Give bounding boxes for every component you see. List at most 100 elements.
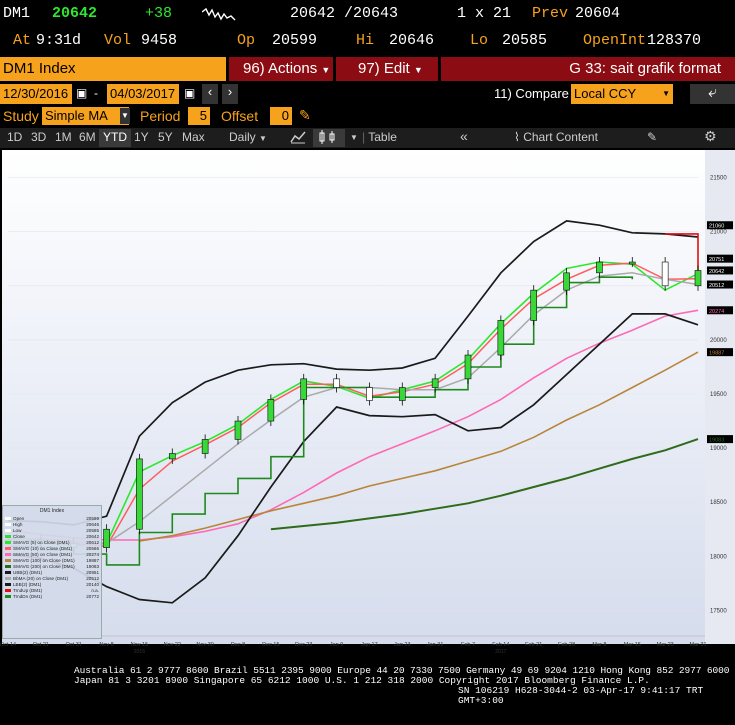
legend-value: 20140 <box>86 581 99 587</box>
gear-icon[interactable]: ⚙ <box>700 127 721 145</box>
caret-down-icon: ▼ <box>662 89 670 98</box>
candle <box>234 420 242 440</box>
date-to-field[interactable]: 04/03/2017 <box>107 84 179 104</box>
range-button-6m[interactable]: 6M <box>75 129 100 147</box>
legend-label: UBB(2) (DM1) <box>13 569 43 575</box>
calendar-icon[interactable]: ▣ <box>76 86 87 100</box>
price-label: 20751 <box>709 257 724 263</box>
range-button-1y[interactable]: 1Y <box>130 129 153 147</box>
legend-label: SMAVG (100) on Close (DM1) <box>13 557 75 563</box>
candle <box>431 378 439 388</box>
x-tick-label: Mar 31 <box>689 642 706 648</box>
footer-stamp: SN 106219 H628-3044-2 03-Apr-17 9:41:17 … <box>458 685 704 706</box>
table-label: Table <box>368 130 397 144</box>
legend-value: 19887 <box>86 557 99 563</box>
range-button-5y[interactable]: 5Y <box>154 129 177 147</box>
legend-title: DM1 Index <box>39 508 65 514</box>
low-value: 20585 <box>502 32 548 49</box>
compare-value: Local CCY <box>574 86 637 101</box>
candle <box>464 354 472 380</box>
candle <box>366 387 373 401</box>
pencil-icon[interactable]: ✎ <box>299 107 311 124</box>
legend-value: 20585 <box>86 527 99 533</box>
legend-swatch <box>5 528 11 532</box>
footer: Australia 61 2 9777 8600 Brazil 5511 239… <box>0 662 735 722</box>
date-from-field[interactable]: 12/30/2016 <box>0 84 72 104</box>
candle <box>694 270 702 287</box>
y-tick-label: 20000 <box>710 338 727 344</box>
offset-input[interactable]: 0 <box>270 107 292 125</box>
plot-background <box>2 150 705 644</box>
candle <box>530 289 538 321</box>
candle <box>661 261 669 287</box>
x-tick-label: Oct 31 <box>66 642 82 648</box>
low-label: Lo <box>470 32 489 49</box>
date-separator: - <box>94 86 98 100</box>
caret-down-icon: ▼ <box>321 65 331 75</box>
compare-dropdown[interactable]: Local CCY ▼ <box>571 84 673 104</box>
x-tick-label: Jan 17 <box>361 642 378 648</box>
sparkline-icon <box>201 6 236 27</box>
y-tick-label: 18500 <box>710 500 727 506</box>
study-dropdown[interactable]: Simple MA <box>42 107 129 125</box>
prev-label: Prev <box>532 5 569 22</box>
legend-row: TrndUp (DM1) n.a. <box>5 587 99 593</box>
line-chart-icon[interactable] <box>286 129 310 147</box>
edit-menu[interactable]: 97) Edit ▼ <box>336 57 438 81</box>
chart-content-button[interactable]: ⌇ Chart Content <box>510 129 602 147</box>
table-button[interactable]: | Table <box>358 129 401 147</box>
candle <box>497 320 505 356</box>
caret-down-icon: ▼ <box>413 65 423 75</box>
x-tick-label: Jan 31 <box>427 642 444 648</box>
range-button-ytd[interactable]: YTD <box>99 129 131 147</box>
chart-content-icon: ⌇ <box>514 130 524 144</box>
range-button-1m[interactable]: 1M <box>51 129 76 147</box>
legend-swatch <box>5 546 11 550</box>
legend-swatch <box>5 594 11 598</box>
calendar-icon[interactable]: ▣ <box>184 86 195 100</box>
candle <box>201 439 209 454</box>
frequency-dropdown[interactable]: Daily ▼ <box>225 129 271 147</box>
range-button-max[interactable]: Max <box>178 129 209 147</box>
last-price: 20642 <box>52 5 98 22</box>
x-tick-label: Nov 30 <box>196 642 213 648</box>
quote-row-1: DM1 20642 +38 20642 /20643 1 x 21 Prev 2… <box>0 5 735 27</box>
x-tick-label: Mar 15 <box>624 642 641 648</box>
edit-chart-icon[interactable]: ✎ <box>643 129 661 147</box>
quote-size: 1 x 21 <box>457 5 512 22</box>
x-tick-label: Jan 23 <box>394 642 411 648</box>
back-icon[interactable]: ⤶ <box>690 84 735 104</box>
study-value: Simple MA <box>45 108 108 123</box>
range-button-1d[interactable]: 1D <box>3 129 26 147</box>
actions-menu[interactable]: 96) Actions ▼ <box>229 57 333 81</box>
prev-period-icon[interactable]: ‹ <box>202 84 218 104</box>
ticker: DM1 <box>3 5 31 22</box>
legend-value: 19083 <box>86 563 99 569</box>
study-label: Study <box>3 108 39 124</box>
legend-label: High <box>13 521 23 527</box>
y-tick-label: 17500 <box>710 608 727 614</box>
chart-area[interactable]: 1750018000185001900019500200002050021000… <box>0 148 735 658</box>
legend-value: 20599 <box>86 515 99 521</box>
legend-value: n.a. <box>91 587 99 593</box>
candle-chart-icon[interactable] <box>313 129 345 147</box>
price-label: 21060 <box>709 224 724 230</box>
x-tick-label: Oct 21 <box>33 642 49 648</box>
x-tick-label: Feb 7 <box>461 642 475 648</box>
high-label: Hi <box>356 32 375 49</box>
legend-value: 20512 <box>86 575 99 581</box>
period-input[interactable]: 5 <box>188 107 210 125</box>
candle <box>398 387 406 401</box>
price-label: 19083 <box>709 438 724 444</box>
legend-swatch <box>5 564 11 568</box>
legend-label: Low <box>13 527 22 533</box>
caret-down-icon: ▼ <box>259 134 267 143</box>
period-label: Period <box>140 108 181 124</box>
range-button-3d[interactable]: 3D <box>27 129 50 147</box>
caret-down-icon[interactable]: ▼ <box>120 108 130 124</box>
legend-label: TrndUp (DM1) <box>13 587 43 593</box>
next-period-icon[interactable]: › <box>222 84 238 104</box>
collapse-icon[interactable]: « <box>456 127 472 145</box>
x-tick-label: Nov 8 <box>99 642 113 648</box>
y-tick-label: 21500 <box>710 176 727 182</box>
